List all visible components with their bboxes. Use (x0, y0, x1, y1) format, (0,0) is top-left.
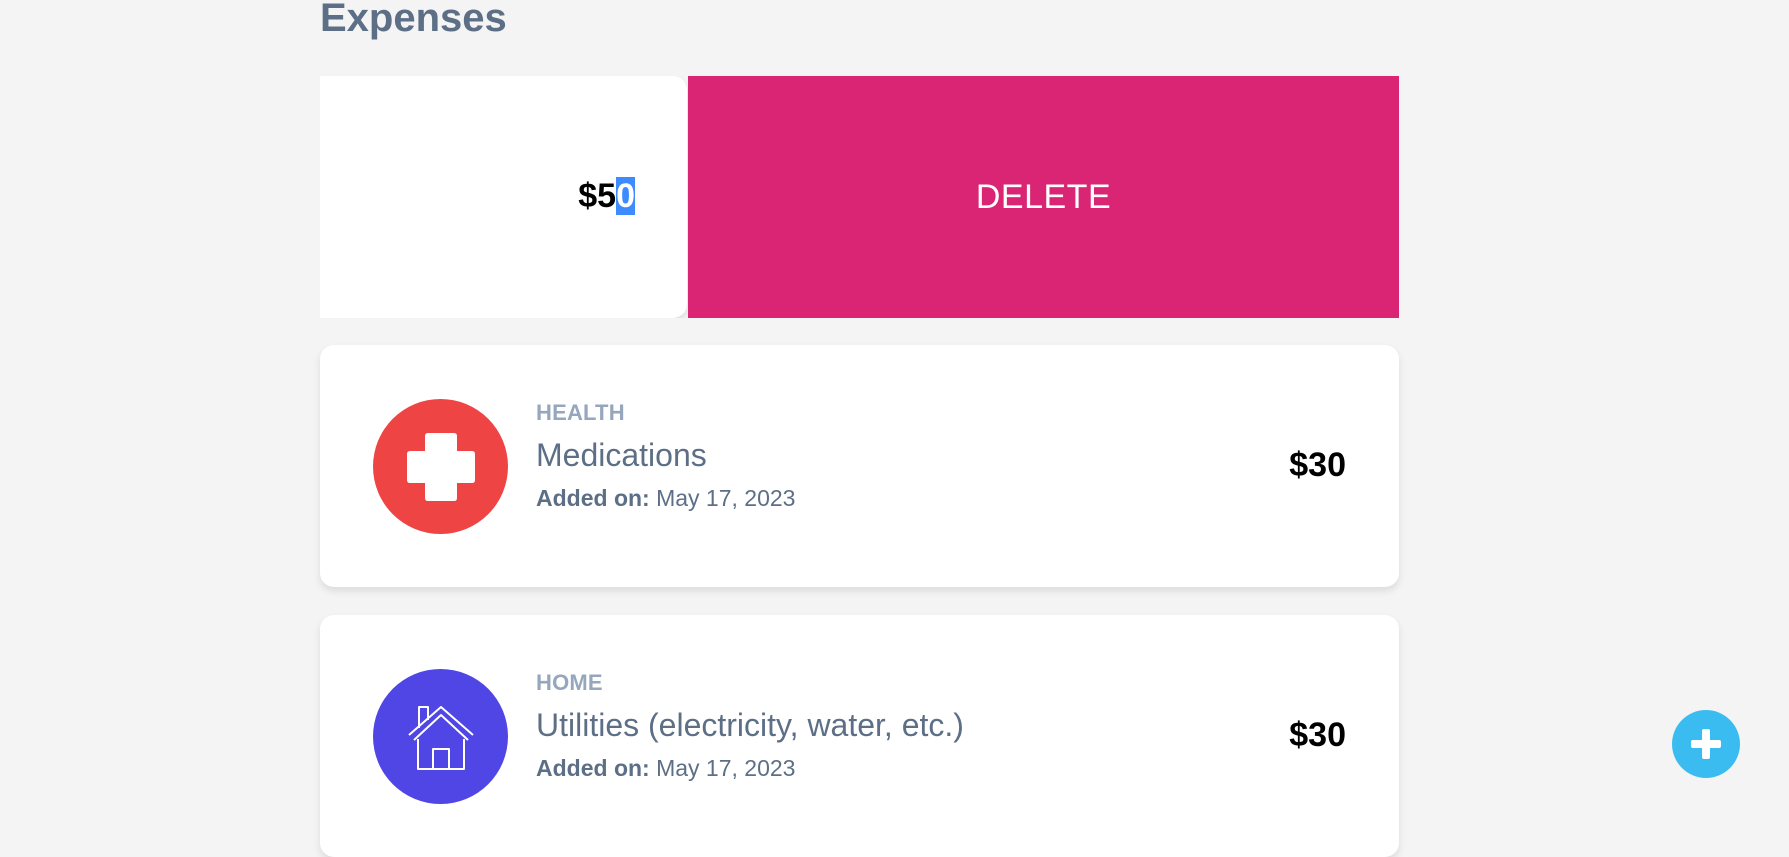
expense-title: Medications (536, 437, 707, 473)
amount-text: $5 (578, 177, 617, 215)
category-icon-health (373, 399, 508, 534)
add-expense-button[interactable] (1672, 710, 1740, 778)
swiped-expense-row[interactable]: $50 DELETE (320, 76, 1399, 318)
expense-amount: $50 (578, 176, 635, 216)
added-on: Added on: May 17, 2023 (536, 753, 964, 783)
medical-cross-icon (406, 432, 475, 501)
house-icon (407, 705, 474, 770)
added-on-label: Added on: (536, 485, 650, 511)
category-icon-home (373, 669, 508, 804)
added-on-label: Added on: (536, 755, 650, 781)
category-label: HOME (536, 670, 603, 695)
added-on: Added on: May 17, 2023 (536, 483, 795, 513)
swiped-expense-card[interactable]: $50 (320, 76, 687, 318)
plus-icon (1691, 729, 1721, 759)
expense-card[interactable]: HOME Utilities (electricity, water, etc.… (320, 615, 1399, 857)
category-label: HEALTH (536, 400, 625, 425)
added-on-date: May 17, 2023 (656, 485, 796, 511)
selected-text: 0 (616, 177, 635, 215)
page-title: Expenses (320, 0, 507, 40)
expense-card[interactable]: HEALTH Medications Added on: May 17, 202… (320, 345, 1399, 587)
expense-amount: $30 (1289, 716, 1346, 754)
expense-amount: $30 (1289, 446, 1346, 484)
added-on-date: May 17, 2023 (656, 755, 796, 781)
delete-button[interactable]: DELETE (688, 76, 1399, 318)
expense-title: Utilities (electricity, water, etc.) (536, 707, 964, 743)
